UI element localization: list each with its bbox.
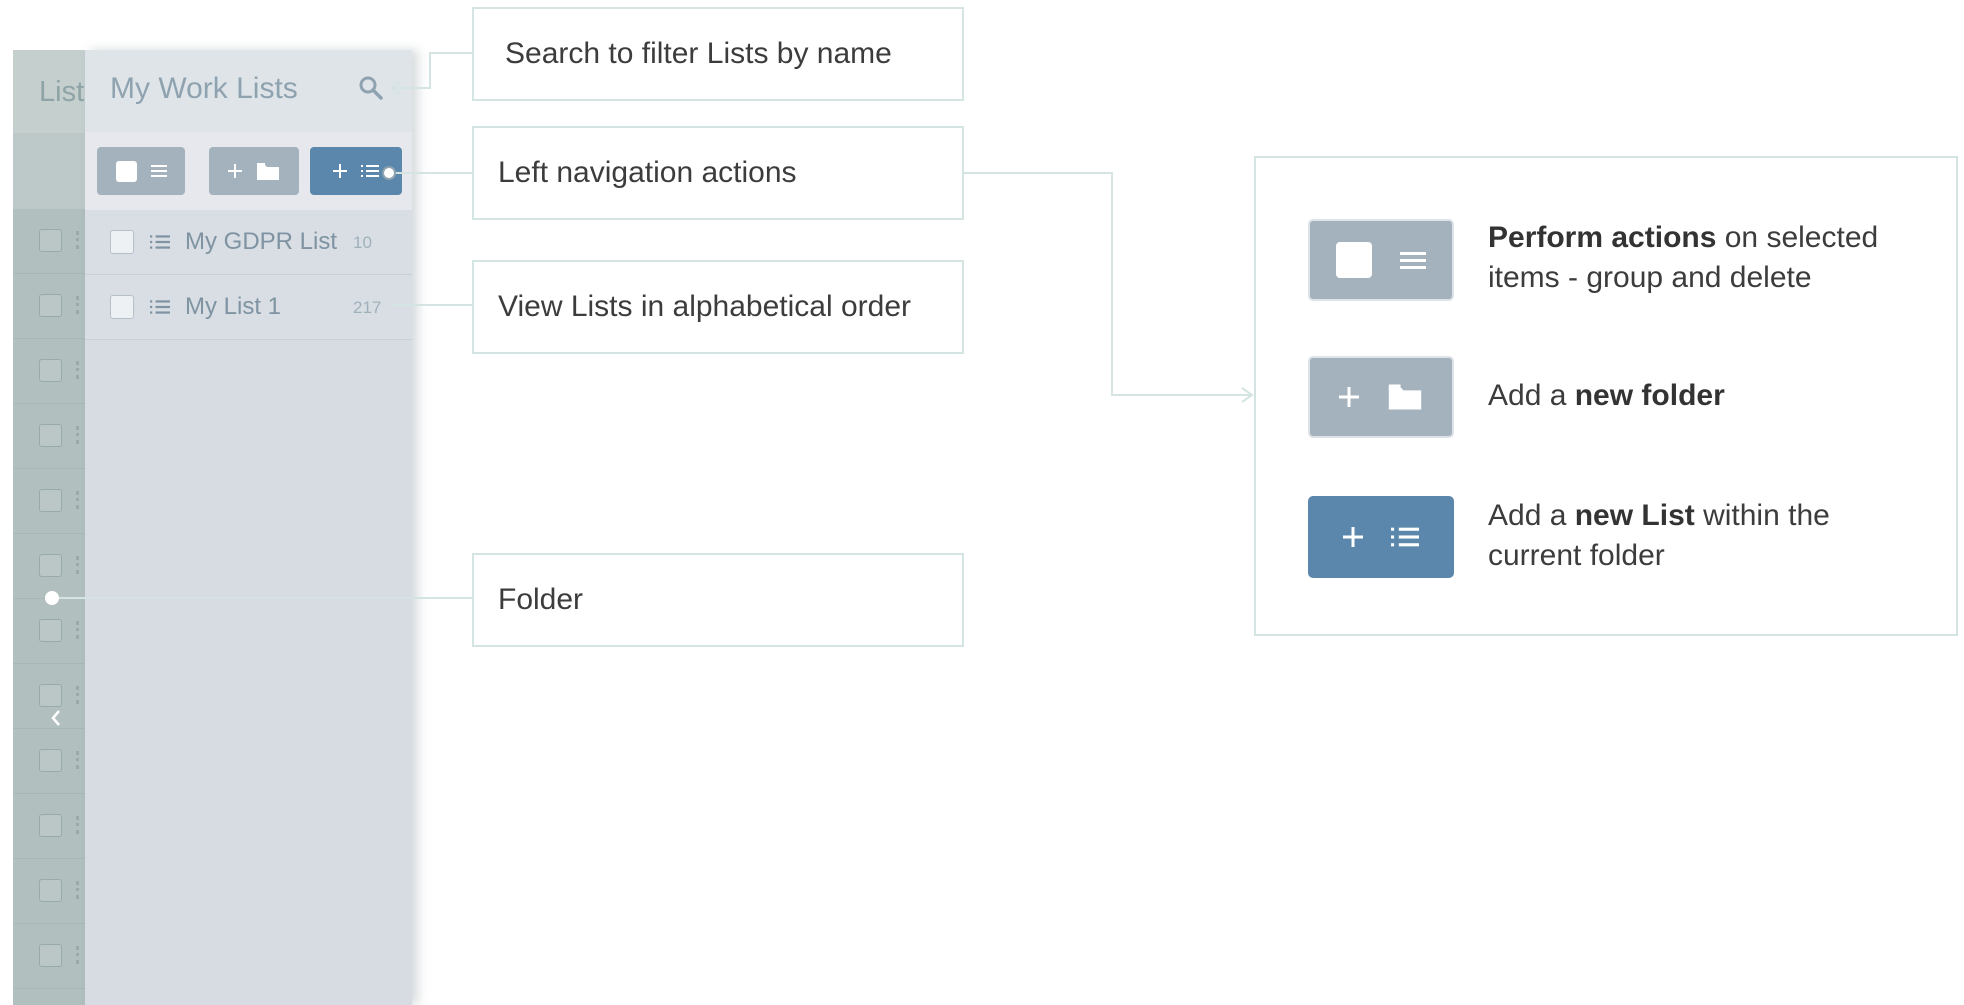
drag-handle-icon[interactable] bbox=[76, 361, 79, 379]
background-row bbox=[13, 729, 85, 794]
background-row-checkbox[interactable] bbox=[39, 619, 62, 642]
chevron-left-icon[interactable] bbox=[49, 708, 71, 730]
plus-icon bbox=[1339, 387, 1359, 407]
left-navigation-actions bbox=[85, 132, 412, 210]
legend-add-folder-pre: Add a bbox=[1488, 379, 1575, 412]
list-icon bbox=[150, 235, 170, 249]
background-row bbox=[13, 924, 85, 989]
background-row bbox=[13, 339, 85, 404]
drag-handle-icon[interactable] bbox=[76, 881, 79, 899]
plus-icon bbox=[1343, 527, 1363, 547]
annotated-screenshot: List My Work Lists My GDPR List 10 My Li… bbox=[0, 0, 1964, 1005]
plus-icon bbox=[228, 164, 242, 178]
list-item-name: My GDPR List bbox=[185, 228, 338, 255]
background-row bbox=[13, 859, 85, 924]
list-item[interactable]: My GDPR List 10 bbox=[85, 210, 412, 275]
drag-handle-icon[interactable] bbox=[76, 751, 79, 769]
actions-legend: Perform actions on selected items - grou… bbox=[1254, 156, 1958, 636]
legend-add-list-text: Add a new List within the current folder bbox=[1488, 496, 1830, 576]
background-row bbox=[13, 534, 85, 599]
background-row-checkbox[interactable] bbox=[39, 424, 62, 447]
background-app-header: List bbox=[13, 50, 85, 133]
background-row-checkbox[interactable] bbox=[39, 749, 62, 772]
checkbox-icon bbox=[1336, 242, 1372, 278]
background-row-checkbox[interactable] bbox=[39, 944, 62, 967]
background-app-title: List bbox=[39, 76, 85, 108]
menu-icon bbox=[1400, 252, 1426, 269]
background-row-checkbox[interactable] bbox=[39, 359, 62, 382]
background-row-checkbox[interactable] bbox=[39, 554, 62, 577]
background-row-checkbox[interactable] bbox=[39, 814, 62, 837]
drag-handle-icon[interactable] bbox=[76, 816, 79, 834]
plus-icon bbox=[333, 164, 347, 178]
background-row-checkbox[interactable] bbox=[39, 229, 62, 252]
search-icon[interactable] bbox=[357, 74, 385, 102]
background-row-checkbox[interactable] bbox=[39, 489, 62, 512]
list-item-name: My List 1 bbox=[185, 293, 282, 320]
background-row bbox=[13, 794, 85, 859]
list-item[interactable]: My List 1 217 bbox=[85, 275, 412, 340]
drag-handle-icon[interactable] bbox=[76, 621, 79, 639]
callout-nav-actions: Left navigation actions bbox=[472, 126, 964, 220]
legend-select-actions-button bbox=[1308, 219, 1454, 301]
drag-handle-icon[interactable] bbox=[76, 946, 79, 964]
legend-select-actions-bold: Perform actions bbox=[1488, 221, 1717, 254]
drag-handle-icon[interactable] bbox=[76, 556, 79, 574]
callout-folder-text: Folder bbox=[498, 583, 584, 616]
list-icon bbox=[1391, 527, 1419, 547]
list-icon bbox=[150, 300, 170, 314]
background-row-checkbox[interactable] bbox=[39, 294, 62, 317]
callout-nav-actions-text: Left navigation actions bbox=[498, 156, 797, 189]
legend-add-list-pre: Add a bbox=[1488, 499, 1575, 532]
legend-add-list-bold: new List bbox=[1574, 499, 1695, 532]
panel-header: My Work Lists bbox=[85, 50, 412, 132]
background-row bbox=[13, 469, 85, 534]
menu-icon bbox=[150, 165, 167, 177]
callout-search-text: Search to filter Lists by name bbox=[505, 37, 892, 70]
legend-add-folder-text: Add a new folder bbox=[1488, 376, 1725, 416]
add-folder-button[interactable] bbox=[209, 147, 299, 195]
list-item-checkbox[interactable] bbox=[110, 230, 134, 254]
callout-alphabetical: View Lists in alphabetical order bbox=[472, 260, 964, 354]
legend-select-actions-rest-line2: items - group and delete bbox=[1488, 261, 1812, 294]
background-app-toolbar bbox=[13, 133, 85, 209]
legend-add-list-rest: within the bbox=[1694, 499, 1830, 532]
lists-side-panel: My Work Lists My GDPR List 10 My List 1 … bbox=[85, 50, 412, 1005]
drag-handle-icon[interactable] bbox=[76, 491, 79, 509]
folder-icon bbox=[257, 162, 279, 180]
folder-icon bbox=[1388, 384, 1422, 410]
callout-search: Search to filter Lists by name bbox=[472, 7, 964, 101]
background-row bbox=[13, 209, 85, 274]
list-item-count: 10 bbox=[353, 233, 372, 252]
legend-add-list-button bbox=[1308, 496, 1454, 578]
select-actions-button[interactable] bbox=[97, 147, 185, 195]
legend-select-actions-rest: on selected bbox=[1716, 221, 1879, 254]
background-row-checkbox[interactable] bbox=[39, 684, 62, 707]
background-row-checkbox[interactable] bbox=[39, 879, 62, 902]
legend-add-folder-bold: new folder bbox=[1574, 379, 1725, 412]
background-row bbox=[13, 989, 85, 1005]
legend-select-actions-text: Perform actions on selected items - grou… bbox=[1488, 218, 1878, 298]
background-app-column: List bbox=[13, 50, 85, 1005]
drag-handle-icon[interactable] bbox=[76, 231, 79, 249]
legend-add-folder-button bbox=[1308, 356, 1454, 438]
list-item-checkbox[interactable] bbox=[110, 295, 134, 319]
list-item-count: 217 bbox=[353, 298, 382, 317]
callout-folder: Folder bbox=[472, 553, 964, 647]
add-list-button[interactable] bbox=[310, 147, 402, 195]
drag-handle-icon[interactable] bbox=[76, 296, 79, 314]
drag-handle-icon[interactable] bbox=[76, 426, 79, 444]
background-row bbox=[13, 599, 85, 664]
background-row bbox=[13, 404, 85, 469]
callout-alphabetical-text: View Lists in alphabetical order bbox=[498, 290, 912, 323]
background-row bbox=[13, 274, 85, 339]
legend-add-list-rest-line2: current folder bbox=[1488, 539, 1665, 572]
drag-handle-icon[interactable] bbox=[76, 686, 79, 704]
checkbox-icon bbox=[115, 160, 137, 182]
panel-title: My Work Lists bbox=[110, 72, 298, 105]
list-icon bbox=[361, 165, 379, 177]
